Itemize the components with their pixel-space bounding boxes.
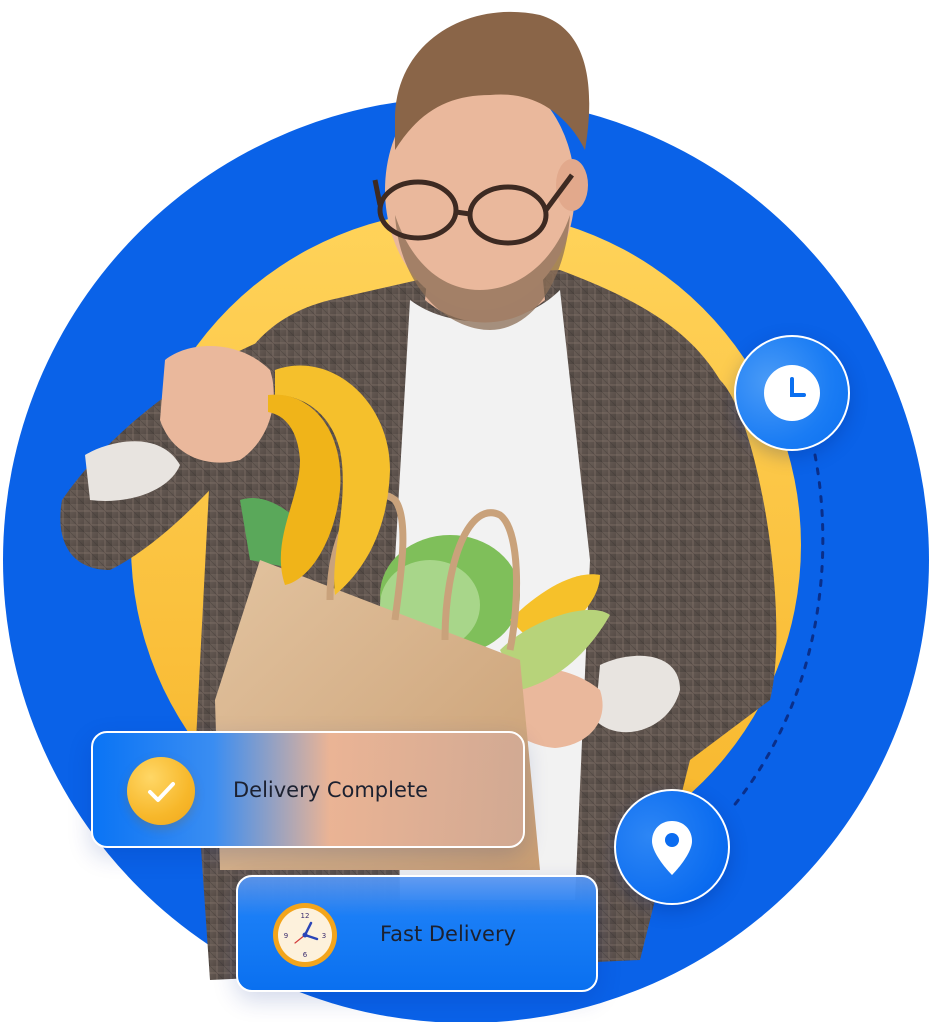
clock-pin[interactable] [734,335,850,451]
delivery-complete-card[interactable]: Delivery Complete [91,731,525,848]
clock-numeral-9: 9 [284,932,288,940]
delivery-complete-label: Delivery Complete [233,778,429,802]
fast-delivery-label: Fast Delivery [380,922,517,946]
clock-icon [764,365,820,421]
location-pin[interactable] [614,789,730,905]
hero-illustration: Delivery Complete 12 3 6 9 Fast Delivery [0,0,932,1022]
location-pin-icon [652,821,692,875]
clock-numeral-6: 6 [303,951,308,959]
check-badge [127,757,195,825]
clock-numeral-3: 3 [322,932,326,940]
clock-numeral-12: 12 [301,912,310,920]
fast-delivery-card[interactable]: 12 3 6 9 Fast Delivery [236,875,598,992]
alarm-clock-icon: 12 3 6 9 [273,903,337,967]
check-icon [148,782,175,802]
hero-artwork [3,11,929,1022]
